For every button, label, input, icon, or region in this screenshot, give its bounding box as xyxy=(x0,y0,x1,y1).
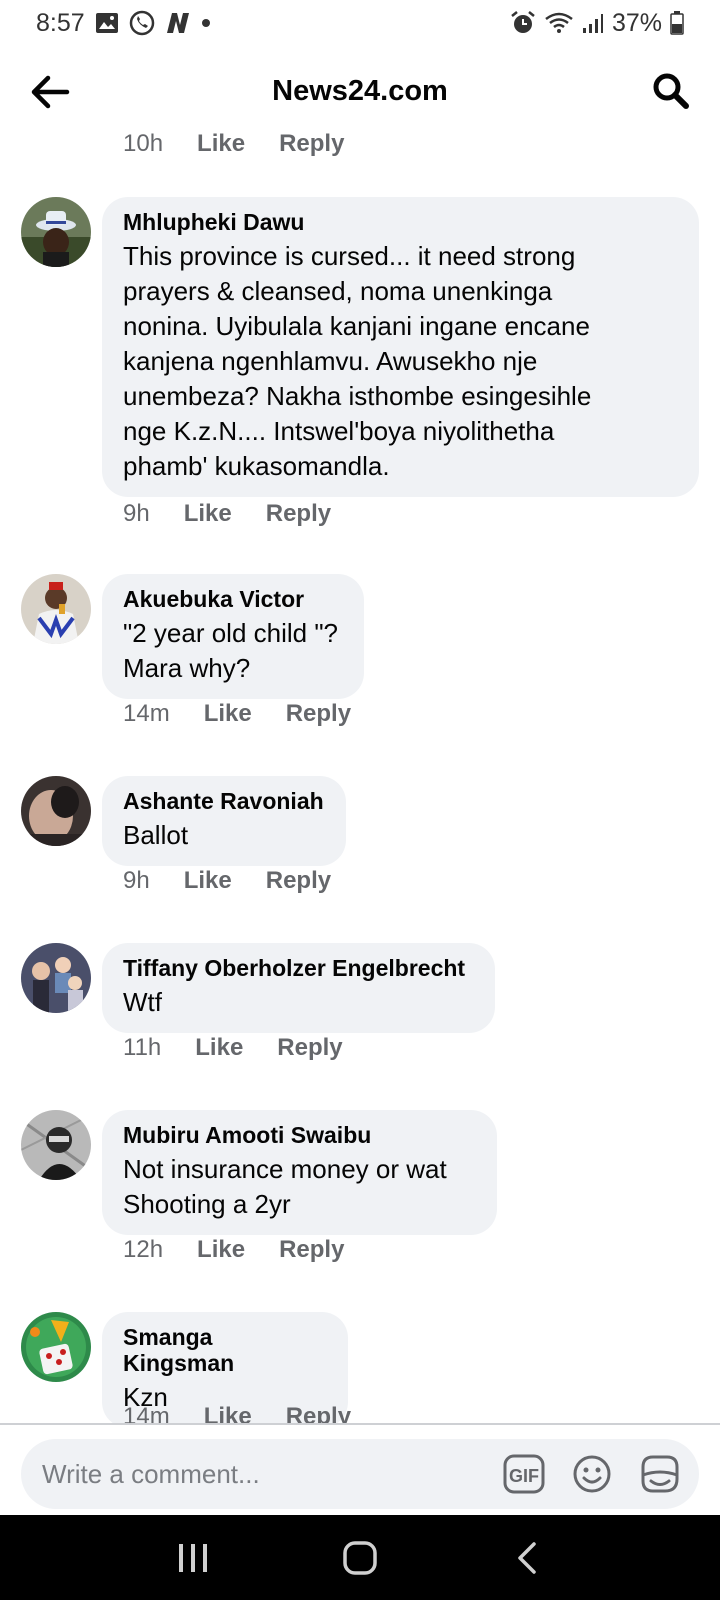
like-button[interactable]: Like xyxy=(197,130,245,158)
avatar[interactable] xyxy=(21,574,91,644)
avatar[interactable] xyxy=(21,197,91,267)
comment-author[interactable]: Tiffany Oberholzer Engelbrecht xyxy=(123,955,475,981)
status-right: 37% xyxy=(510,9,684,38)
app-header: News24.com xyxy=(0,56,720,126)
comment-actions: 14m Like Reply xyxy=(123,700,385,728)
comment-composer: GIF xyxy=(21,1439,699,1509)
sticker-icon[interactable] xyxy=(637,1451,683,1497)
gallery-icon xyxy=(95,12,119,34)
avatar[interactable] xyxy=(21,776,91,846)
comment-bubble: Mubiru Amooti Swaibu Not insurance money… xyxy=(102,1110,497,1235)
comment-time: 10h xyxy=(123,130,164,157)
emoji-icon[interactable] xyxy=(569,1451,615,1497)
comment-author[interactable]: Ashante Ravoniah xyxy=(123,788,326,814)
app-n-icon xyxy=(165,11,191,35)
comment-actions: 14m Like Reply xyxy=(123,1403,385,1424)
comment-composer-bar: GIF xyxy=(0,1423,720,1515)
dot-icon xyxy=(201,18,211,28)
back-nav-icon[interactable] xyxy=(497,1528,557,1588)
comment-time: 9h xyxy=(123,867,150,894)
comment-author[interactable]: Akuebuka Victor xyxy=(123,586,344,612)
comment-time: 12h xyxy=(123,1236,164,1263)
comment-text: Wtf xyxy=(123,987,162,1017)
battery-percent: 37% xyxy=(611,8,662,37)
like-button[interactable]: Like xyxy=(197,1236,245,1264)
alarm-icon xyxy=(510,11,536,35)
reply-button[interactable]: Reply xyxy=(266,500,331,528)
reply-button[interactable]: Reply xyxy=(286,1403,351,1424)
status-time: 8:57 xyxy=(36,8,85,37)
comment-actions: 10h Like Reply xyxy=(123,130,378,158)
comment-item: Mubiru Amooti Swaibu Not insurance money… xyxy=(0,1110,720,1280)
like-button[interactable]: Like xyxy=(204,1403,252,1424)
like-button[interactable]: Like xyxy=(184,500,232,528)
search-button[interactable] xyxy=(648,68,694,114)
comment-item: Smanga Kingsman Kzn 14m Like Reply xyxy=(0,1312,720,1424)
status-left: 8:57 xyxy=(36,9,211,38)
comment-actions: 12h Like Reply xyxy=(123,1236,378,1264)
comment-bubble: Akuebuka Victor "2 year old child "? Mar… xyxy=(102,574,364,699)
comments-feed[interactable]: 10h Like Reply Mhlupheki Dawu This provi… xyxy=(0,126,720,1424)
comment-text: "2 year old child "? Mara why? xyxy=(123,618,339,683)
comment-time: 14m xyxy=(123,700,170,727)
reply-button[interactable]: Reply xyxy=(277,1034,342,1062)
comment-actions: 9h Like Reply xyxy=(123,867,365,895)
battery-icon xyxy=(670,11,684,35)
comment-time: 9h xyxy=(123,500,150,527)
avatar[interactable] xyxy=(21,1110,91,1180)
whatsapp-icon xyxy=(129,10,155,36)
comment-item: Ashante Ravoniah Ballot 9h Like Reply xyxy=(0,776,720,906)
comment-text: This province is cursed... it need stron… xyxy=(123,241,592,481)
like-button[interactable]: Like xyxy=(204,700,252,728)
reply-button[interactable]: Reply xyxy=(279,130,344,158)
gif-label: GIF xyxy=(509,1466,539,1486)
comment-input[interactable] xyxy=(42,1458,501,1490)
comment-actions: 9h Like Reply xyxy=(123,500,365,528)
comment-author[interactable]: Smanga Kingsman xyxy=(123,1324,328,1376)
home-icon[interactable] xyxy=(330,1528,390,1588)
reply-button[interactable]: Reply xyxy=(279,1236,344,1264)
comment-text: Ballot xyxy=(123,820,189,850)
back-button[interactable] xyxy=(28,70,72,114)
comment-bubble: Tiffany Oberholzer Engelbrecht Wtf xyxy=(102,943,495,1033)
gif-icon[interactable]: GIF xyxy=(501,1451,547,1497)
comment-item: Mhlupheki Dawu This province is cursed..… xyxy=(0,197,720,537)
comment-item: Tiffany Oberholzer Engelbrecht Wtf 11h L… xyxy=(0,943,720,1073)
comment-time: 14m xyxy=(123,1403,170,1424)
comment-bubble: Mhlupheki Dawu This province is cursed..… xyxy=(102,197,699,497)
arrow-left-icon xyxy=(31,75,70,109)
recents-icon[interactable] xyxy=(163,1528,223,1588)
comment-author[interactable]: Mubiru Amooti Swaibu xyxy=(123,1122,477,1148)
comment-time: 11h xyxy=(123,1034,162,1061)
comment-text: Not insurance money or wat Shooting a 2y… xyxy=(123,1154,447,1219)
avatar[interactable] xyxy=(21,1312,91,1382)
avatar[interactable] xyxy=(21,943,91,1013)
reply-button[interactable]: Reply xyxy=(266,867,331,895)
page-title: News24.com xyxy=(272,74,448,107)
reply-button[interactable]: Reply xyxy=(286,700,351,728)
like-button[interactable]: Like xyxy=(195,1034,243,1062)
search-icon xyxy=(653,73,689,109)
status-bar: 8:57 37% xyxy=(0,0,720,46)
comment-bubble: Ashante Ravoniah Ballot xyxy=(102,776,346,866)
composer-icons: GIF xyxy=(501,1451,683,1497)
comment-actions: 11h Like Reply xyxy=(123,1034,377,1062)
system-nav-bar xyxy=(0,1515,720,1600)
signal-icon xyxy=(582,12,604,34)
comment-item: Akuebuka Victor "2 year old child "? Mar… xyxy=(0,574,720,744)
like-button[interactable]: Like xyxy=(184,867,232,895)
wifi-icon xyxy=(544,11,574,35)
comment-author[interactable]: Mhlupheki Dawu xyxy=(123,209,679,235)
